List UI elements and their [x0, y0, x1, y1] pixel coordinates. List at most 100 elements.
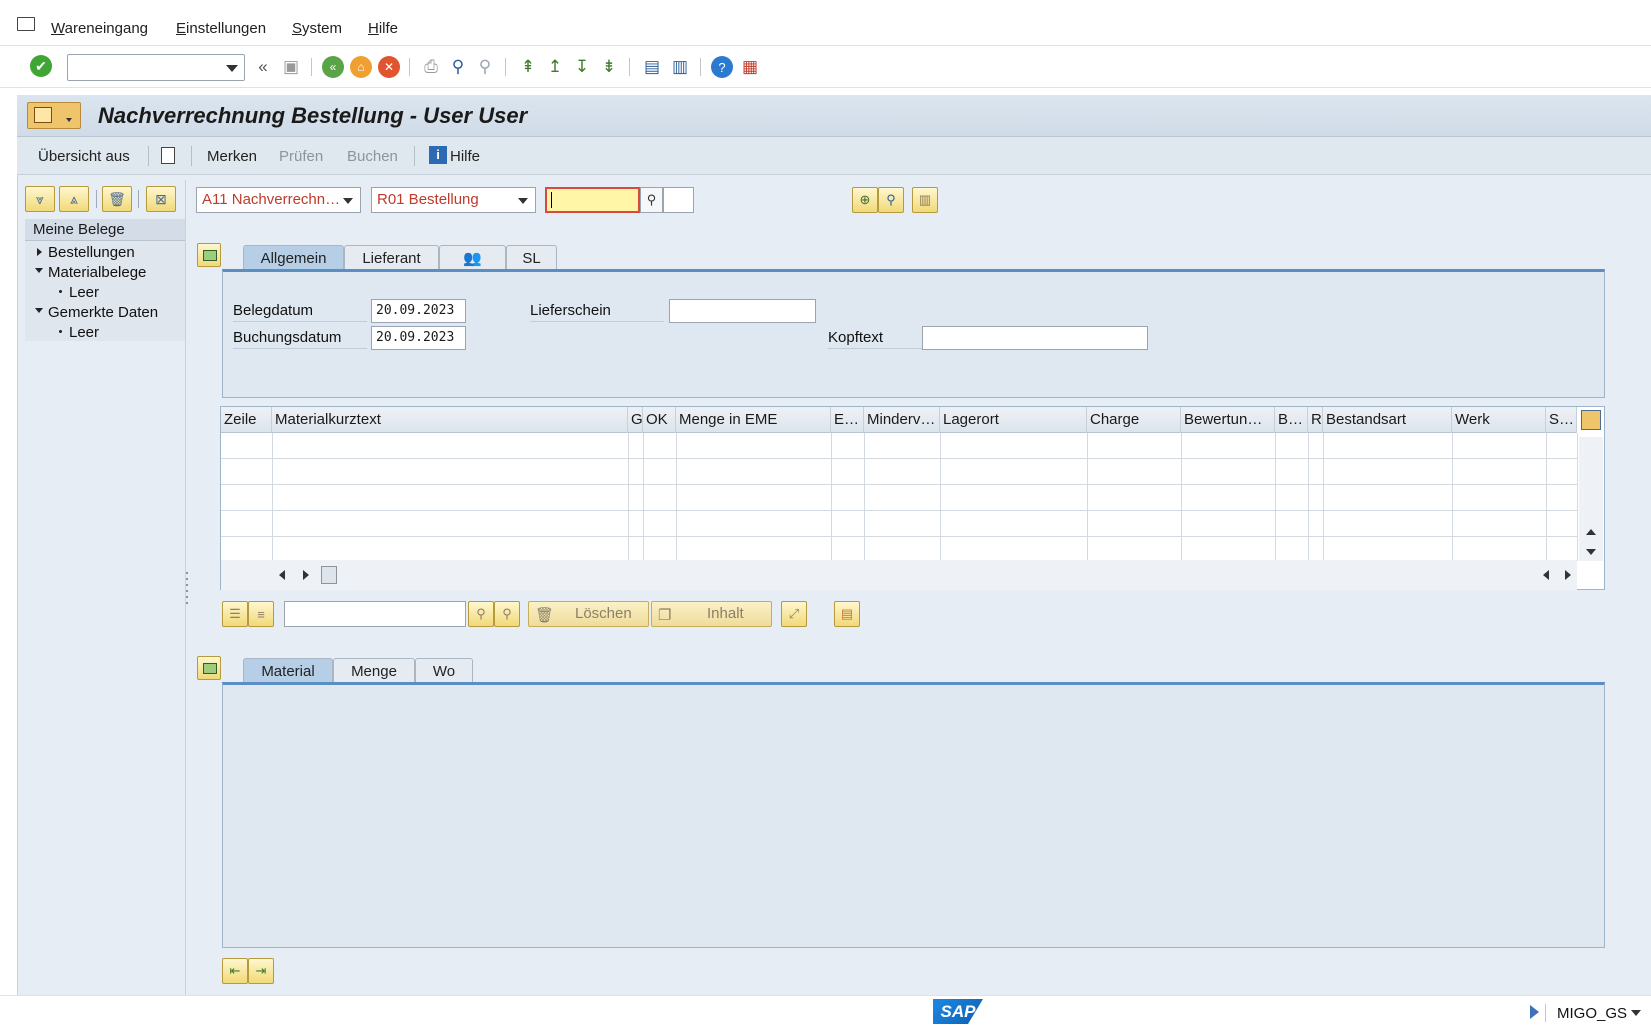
tab-lieferant[interactable]: Lieferant — [344, 245, 439, 271]
loeschen-button[interactable]: 🗑 Löschen — [528, 601, 649, 627]
find-next-icon[interactable]: ⚲ — [474, 56, 496, 78]
grid-search-input[interactable] — [284, 601, 466, 627]
col-header-zeile[interactable]: Zeile — [221, 407, 272, 433]
status-expand-icon[interactable] — [1530, 1005, 1539, 1019]
tree-item-leer-1[interactable]: Leer — [69, 284, 99, 301]
back-icon[interactable]: « — [322, 56, 344, 78]
vertical-scrollbar[interactable] — [1579, 437, 1603, 561]
hilfe-button[interactable]: Hilfe — [450, 148, 480, 165]
tab-sl[interactable]: SL — [506, 245, 557, 271]
inhalt-button[interactable]: ❐ Inhalt — [651, 601, 772, 627]
expand-arrow-icon[interactable] — [37, 248, 42, 256]
scroll-right-icon[interactable] — [1565, 570, 1571, 580]
scroll-left-icon[interactable] — [279, 570, 285, 580]
tab-material[interactable]: Material — [243, 658, 333, 684]
col-header-bewertung[interactable]: Bewertun… — [1181, 407, 1275, 433]
lieferschein-field[interactable] — [669, 299, 816, 323]
col-header-ok[interactable]: OK — [643, 407, 676, 433]
tree-item-bestellungen[interactable]: Bestellungen — [48, 244, 135, 261]
col-header-bestandsart[interactable]: Bestandsart — [1323, 407, 1452, 433]
table-row[interactable] — [221, 459, 1577, 485]
title-menu-button[interactable] — [27, 102, 81, 129]
menu-exit-icon[interactable] — [17, 17, 35, 31]
overview-toggle-button[interactable]: Übersicht aus — [38, 148, 130, 165]
execute-icon[interactable]: ⊕ — [852, 187, 878, 213]
customize-icon[interactable]: ▦ — [739, 56, 761, 78]
next-item-icon[interactable]: ⇥ — [248, 958, 274, 984]
table-row[interactable] — [221, 433, 1577, 459]
last-page-icon[interactable]: ⇟ — [598, 56, 620, 78]
deselect-all-icon[interactable]: ≡ — [248, 601, 274, 627]
kopftext-field[interactable] — [922, 326, 1148, 350]
col-header-materialkurztext[interactable]: Materialkurztext — [272, 407, 628, 433]
merken-button[interactable]: Merken — [207, 148, 257, 165]
save-icon[interactable]: ▣ — [280, 56, 302, 78]
trash-icon[interactable]: 🗑 — [102, 186, 132, 212]
menu-system[interactable]: System — [292, 20, 342, 37]
pruefen-button[interactable]: Prüfen — [279, 148, 323, 165]
select-all-icon[interactable]: ☰ — [222, 601, 248, 627]
stock-overview-icon[interactable]: ▤ — [834, 601, 860, 627]
col-header-g[interactable]: G — [628, 407, 643, 433]
tree-item-leer-2[interactable]: Leer — [69, 324, 99, 341]
expand-detail-icon[interactable] — [197, 656, 221, 680]
close-panel-icon[interactable]: ⊠ — [146, 186, 176, 212]
find-next-icon[interactable]: ⚲ — [494, 601, 520, 627]
chevron-down-icon[interactable] — [226, 65, 238, 72]
collapse-arrow-icon[interactable] — [35, 308, 43, 313]
create-session-icon[interactable]: ▤ — [641, 56, 663, 78]
column-settings-icon[interactable] — [1581, 410, 1601, 430]
chevron-down-icon[interactable] — [1631, 1010, 1641, 1016]
action-dropdown[interactable]: A11 Nachverrechn… — [196, 187, 361, 213]
collapse-all-icon[interactable]: ⩓ — [59, 186, 89, 212]
col-header-r[interactable]: R — [1308, 407, 1323, 433]
po-number-input[interactable] — [545, 187, 640, 213]
expand-all-icon[interactable]: ⩔ — [25, 186, 55, 212]
reference-dropdown[interactable]: R01 Bestellung — [371, 187, 536, 213]
col-header-werk[interactable]: Werk — [1452, 407, 1546, 433]
command-field[interactable] — [67, 54, 245, 81]
col-header-minderv[interactable]: Minderv… — [864, 407, 940, 433]
tab-partner[interactable]: 👥 — [439, 245, 506, 271]
buchen-button[interactable]: Buchen — [347, 148, 398, 165]
scroll-thumb[interactable] — [321, 566, 337, 584]
col-header-menge[interactable]: Menge in EME — [676, 407, 831, 433]
panel-splitter[interactable] — [185, 180, 189, 995]
scroll-down-icon[interactable] — [1586, 549, 1596, 555]
tab-wo[interactable]: Wo — [415, 658, 473, 684]
col-header-lagerort[interactable]: Lagerort — [940, 407, 1087, 433]
next-page-icon[interactable]: ↧ — [571, 56, 593, 78]
first-page-icon[interactable]: ⇞ — [517, 56, 539, 78]
exit-icon[interactable]: ⌂ — [350, 56, 372, 78]
horizontal-scrollbar[interactable] — [221, 560, 1577, 590]
col-header-charge[interactable]: Charge — [1087, 407, 1181, 433]
scroll-left-icon[interactable] — [1543, 570, 1549, 580]
col-header-s[interactable]: S… — [1546, 407, 1577, 433]
enter-icon[interactable]: ✔ — [30, 55, 52, 77]
tree-item-materialbelege[interactable]: Materialbelege — [48, 264, 146, 281]
col-header-b[interactable]: B… — [1275, 407, 1308, 433]
po-item-input[interactable] — [663, 187, 694, 213]
double-chevron-left-icon[interactable]: « — [252, 56, 274, 78]
find-icon[interactable]: ⚲ — [447, 56, 469, 78]
new-document-icon[interactable] — [161, 147, 175, 164]
cancel-icon[interactable]: ✕ — [378, 56, 400, 78]
scroll-right-icon[interactable] — [303, 570, 309, 580]
search-help-button[interactable]: ⚲ — [640, 187, 663, 213]
print-icon[interactable]: ⎙ — [420, 56, 442, 78]
find-icon[interactable]: ⚲ — [468, 601, 494, 627]
find-icon[interactable]: ⚲ — [878, 187, 904, 213]
help-icon[interactable]: ? — [711, 56, 733, 78]
table-row[interactable] — [221, 511, 1577, 537]
prev-page-icon[interactable]: ↥ — [544, 56, 566, 78]
col-header-e[interactable]: E… — [831, 407, 864, 433]
expand-header-icon[interactable] — [197, 243, 221, 267]
belegdatum-field[interactable]: 20.09.2023 — [371, 299, 466, 323]
collapse-arrow-icon[interactable] — [35, 268, 43, 273]
tab-menge[interactable]: Menge — [333, 658, 415, 684]
buchungsdatum-field[interactable]: 20.09.2023 — [371, 326, 466, 350]
menu-einstellungen[interactable]: Einstellungen — [176, 20, 266, 37]
fullscreen-icon[interactable]: ⤢ — [781, 601, 807, 627]
menu-wareneingang[interactable]: Wareneingang — [51, 20, 148, 37]
shortcut-icon[interactable]: ▥ — [669, 56, 691, 78]
